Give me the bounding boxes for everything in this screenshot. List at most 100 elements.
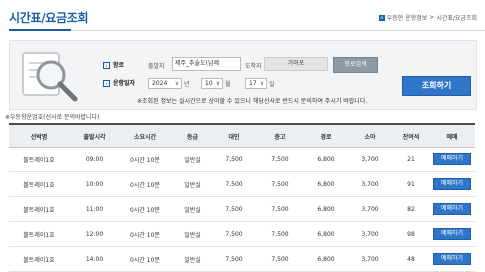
reserve-cell: 예매하기: [432, 172, 472, 196]
magnifier-icon: [22, 52, 78, 102]
reserve-button[interactable]: 예매하기: [433, 253, 471, 265]
table-row: 볼트레이1호 10:00 0시간 10분 일반실 7,500 7,500 6,8…: [9, 172, 475, 197]
route-label: › 항로: [103, 60, 124, 69]
year-value: 2024: [152, 80, 168, 87]
chevron-down-icon: ∨: [215, 80, 221, 87]
title-divider: [9, 30, 485, 31]
chevron-down-icon: ∨: [174, 80, 180, 87]
ship-name: 볼트레이1호: [23, 206, 55, 214]
col-grade: 등급: [186, 133, 199, 141]
child-fare: 3,700: [361, 255, 379, 263]
adult-fare: 7,500: [225, 180, 243, 188]
departure-input[interactable]: 제주_추술도(남제: [172, 57, 241, 71]
youth-fare: 7,500: [271, 230, 289, 238]
depart-time: 14:00: [85, 255, 104, 263]
depart-time: 09:00: [85, 155, 104, 163]
duration: 0시간 10분: [130, 231, 160, 239]
notice-text: ※조회된 정보는 실시간으로 상이할 수 있으니 해당선사로 반드시 문의하여 …: [137, 98, 368, 105]
chevron-down-icon: ∨: [259, 80, 265, 87]
reserve-button[interactable]: 예매하기: [433, 203, 471, 215]
grade: 일반실: [184, 206, 201, 214]
col-seats: 잔여석: [402, 133, 420, 141]
senior-fare: 6,800: [317, 180, 335, 188]
youth-fare: 7,500: [271, 180, 289, 188]
duration: 0시간 10분: [130, 256, 160, 264]
table-row: 볼트레이1호 14:00 0시간 10분 일반실 7,500 7,500 6,8…: [9, 247, 475, 272]
depart-time: 11:00: [85, 205, 104, 213]
senior-fare: 6,800: [317, 230, 335, 238]
col-child: 소아: [364, 133, 376, 141]
col-action: 예매: [446, 133, 458, 141]
reserve-cell: 예매하기: [432, 197, 472, 221]
route-search-button[interactable]: 항로검색: [333, 57, 378, 73]
arrival-input[interactable]: 가마포: [264, 57, 328, 71]
title-underline: [9, 29, 71, 31]
child-fare: 3,700: [361, 230, 379, 238]
child-fare: 3,700: [361, 205, 379, 213]
reserve-cell: 예매하기: [432, 222, 472, 246]
month-value: 10: [205, 80, 213, 87]
ship-name: 볼트레이1호: [23, 231, 55, 239]
remaining-seats: 91: [407, 180, 415, 188]
day-unit: 일: [269, 81, 275, 88]
table-header: 선박명 출발시각 소요시간 등급 대인 중고 경로 소아 잔여석 예매: [9, 123, 475, 148]
table-body: 볼트레이1호 09:00 0시간 10분 일반실 7,500 7,500 6,8…: [9, 147, 475, 272]
table-row: 볼트레이1호 11:00 0시간 10분 일반실 7,500 7,500 6,8…: [9, 197, 475, 222]
lookup-button[interactable]: 조회하기: [402, 76, 471, 96]
grade: 일반실: [184, 181, 201, 189]
adult-fare: 7,500: [225, 155, 243, 163]
col-depart: 출발시각: [83, 133, 106, 141]
departure-label: 출발지: [148, 63, 165, 70]
youth-fare: 7,500: [271, 205, 289, 213]
remaining-seats: 21: [407, 155, 415, 163]
grade: 일반실: [184, 256, 201, 264]
depart-time: 10:00: [85, 180, 104, 188]
breadcrumb-item[interactable]: 우등한 운항정보: [387, 13, 428, 22]
year-unit: 년: [184, 81, 190, 88]
month-select[interactable]: 10 ∨: [201, 78, 223, 89]
month-unit: 월: [225, 81, 231, 88]
duration: 0시간 10분: [130, 181, 160, 189]
day-value: 17: [249, 80, 257, 87]
home-icon[interactable]: ⌂: [378, 14, 385, 21]
reserve-cell: 예매하기: [432, 247, 472, 271]
reserve-cell: 예매하기: [432, 147, 472, 171]
child-fare: 3,700: [361, 180, 379, 188]
senior-fare: 6,800: [317, 205, 335, 213]
adult-fare: 7,500: [225, 205, 243, 213]
reserve-button[interactable]: 예매하기: [433, 178, 471, 190]
duration: 0시간 10분: [130, 156, 160, 164]
grade: 일반실: [184, 156, 201, 164]
adult-fare: 7,500: [225, 255, 243, 263]
child-fare: 3,700: [361, 155, 379, 163]
col-duration: 소요시간: [133, 133, 157, 141]
senior-fare: 6,800: [317, 255, 335, 263]
date-bullet-icon: ›: [103, 80, 110, 87]
breadcrumb-current: 시간표/요금조회: [436, 15, 477, 22]
ship-name: 볼트레이1호: [23, 156, 55, 164]
youth-fare: 7,500: [271, 255, 289, 263]
breadcrumb: ⌂ 우등한 운항정보 > 시간표/요금조회: [378, 13, 477, 22]
col-senior: 경로: [320, 133, 332, 141]
year-select[interactable]: 2024 ∨: [148, 78, 182, 89]
operator-note: ※우등항운업호(선사로 문의바랍니다): [5, 114, 100, 121]
reserve-button[interactable]: 예매하기: [433, 228, 471, 240]
breadcrumb-separator-icon: >: [429, 14, 435, 21]
remaining-seats: 48: [407, 255, 415, 263]
depart-time: 12:00: [85, 230, 104, 238]
date-label: › 운항일자: [103, 78, 135, 87]
ship-name: 볼트레이1호: [23, 256, 55, 264]
youth-fare: 7,500: [271, 155, 289, 163]
reserve-button[interactable]: 예매하기: [433, 153, 471, 165]
remaining-seats: 98: [407, 230, 415, 238]
arrival-label: 도착지: [245, 63, 262, 70]
col-ship: 선박명: [30, 133, 48, 141]
remaining-seats: 82: [407, 205, 415, 213]
senior-fare: 6,800: [317, 155, 335, 163]
duration: 0시간 10분: [130, 206, 160, 214]
day-select[interactable]: 17 ∨: [245, 78, 267, 89]
table-row: 볼트레이1호 12:00 0시간 10분 일반실 7,500 7,500 6,8…: [9, 222, 475, 247]
page-title: 시간표/요금조회: [9, 11, 89, 25]
adult-fare: 7,500: [225, 230, 243, 238]
grade: 일반실: [184, 231, 201, 239]
